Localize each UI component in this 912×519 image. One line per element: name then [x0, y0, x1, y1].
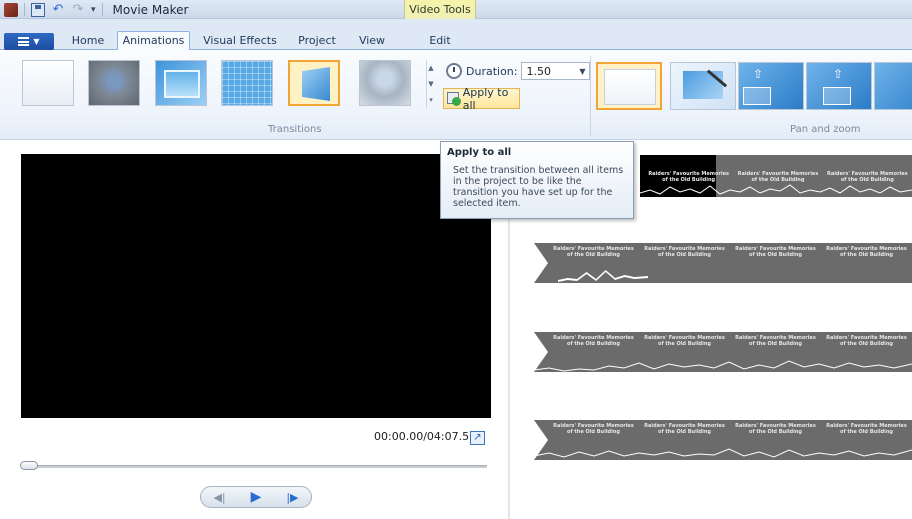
pan-zoom-up-left-thumbnail[interactable]: ⇧ [738, 62, 804, 110]
storyboard-clip[interactable]: Raiders' Favourite Memories of the Old B… [534, 332, 912, 372]
ribbon: ▲ ▼ ▾ Duration: 1.50 ▼ Apply to all Tran… [0, 50, 912, 140]
frame-caption: Raiders' Favourite Memories of the Old B… [553, 423, 634, 435]
pan-zoom-group-label: Pan and zoom [790, 124, 861, 135]
next-frame-icon[interactable]: |▶ [286, 491, 298, 504]
transition-marker [534, 243, 548, 283]
tooltip-body: Set the transition between all items in … [453, 165, 624, 209]
seek-thumb[interactable] [20, 461, 38, 470]
frame-caption: Raiders' Favourite Memories of the Old B… [735, 335, 816, 347]
audio-waveform [640, 184, 912, 195]
frame-caption: Raiders' Favourite Memories of the Old B… [826, 246, 907, 258]
previous-frame-icon[interactable]: ◀| [213, 491, 225, 504]
clip-frames: Raiders' Favourite Memories of the Old B… [548, 423, 912, 435]
redo-icon[interactable]: ↷ [71, 2, 85, 17]
apply-to-all-tooltip: Apply to all Set the transition between … [440, 141, 634, 219]
play-icon[interactable]: ▶ [251, 489, 262, 505]
apply-to-all-icon [447, 91, 461, 106]
apply-to-all-label: Apply to all [462, 85, 509, 112]
toolbar-divider [101, 3, 103, 16]
customize-dropdown-icon[interactable]: ▾ [91, 5, 96, 15]
frame-caption: Raiders' Favourite Memories of the Old B… [644, 335, 725, 347]
transition-frame-thumbnail[interactable] [155, 60, 207, 106]
save-icon[interactable] [31, 2, 45, 17]
file-menu-button[interactable]: ▼ [4, 33, 54, 50]
tab-view[interactable]: View [352, 32, 392, 50]
audio-waveform [534, 360, 912, 372]
time-readout: 00:00.00/04:07.56 [374, 430, 477, 443]
transition-dissolve-thumbnail[interactable] [359, 60, 411, 106]
frame-caption: Raiders' Favourite Memories of the Old B… [826, 423, 907, 435]
gallery-up-icon[interactable]: ▲ [427, 60, 435, 76]
group-divider [590, 56, 591, 136]
duration-combobox[interactable]: 1.50 ▼ [521, 62, 591, 80]
frame-caption: Raiders' Favourite Memories of the Old B… [735, 423, 816, 435]
frame-caption: Raiders' Favourite Memories of the Old B… [644, 246, 725, 258]
chevron-down-icon: ▼ [33, 37, 40, 46]
storyboard-clip[interactable]: Raiders' Favourite Memories of the Old B… [534, 420, 912, 460]
seek-bar[interactable] [24, 465, 487, 468]
tab-home[interactable]: Home [62, 32, 114, 50]
duration-label: Duration: [466, 64, 518, 78]
quick-access-toolbar: ↶ ↷ ▾ Movie Maker [4, 1, 188, 18]
transition-blur-thumbnail[interactable] [88, 60, 140, 106]
clock-icon [446, 63, 462, 79]
pan-zoom-preview [683, 71, 723, 99]
gallery-more-icon[interactable]: ▾ [427, 92, 435, 108]
pan-zoom-none-thumbnail-selected[interactable] [596, 62, 662, 110]
frame-caption: Raiders' Favourite Memories of the Old B… [553, 335, 634, 347]
clip-frames: Raiders' Favourite Memories of the Old B… [548, 246, 912, 258]
toolbar-divider [24, 3, 25, 16]
clip-frames: Raiders' Favourite Memories of the Old B… [548, 335, 912, 347]
undo-icon[interactable]: ↶ [51, 2, 65, 17]
frame-caption: Raiders' Favourite Memories of the Old B… [826, 335, 907, 347]
tab-visual-effects[interactable]: Visual Effects [196, 32, 284, 50]
frame-caption: Raiders' Favourite Memories of the Old B… [735, 246, 816, 258]
menu-icon [18, 37, 30, 46]
transition-none-thumbnail[interactable] [22, 60, 74, 106]
gallery-down-icon[interactable]: ▼ [427, 76, 435, 92]
transition-perspective-thumbnail-selected[interactable] [288, 60, 340, 106]
gallery-scroll[interactable]: ▲ ▼ ▾ [426, 60, 435, 108]
chevron-down-icon[interactable]: ▼ [579, 67, 585, 76]
tab-animations[interactable]: Animations [117, 31, 190, 51]
storyboard-clip[interactable]: Raiders' Favourite Memories of the Old B… [534, 243, 912, 283]
storyboard-clip[interactable]: Raiders' Favourite Memories of the Old B… [640, 155, 912, 197]
window-title: Movie Maker [112, 2, 189, 17]
frame-caption: Raiders' Favourite Memories of the Old B… [553, 246, 634, 258]
audio-waveform [558, 269, 648, 282]
tooltip-title: Apply to all [447, 147, 512, 158]
pan-zoom-up-center-thumbnail[interactable]: ⇧ [806, 62, 872, 110]
context-tab-group-label: Video Tools [409, 3, 471, 16]
arrow-up-icon: ⇧ [833, 67, 844, 81]
video-preview[interactable] [21, 154, 491, 418]
transitions-group-label: Transitions [268, 124, 322, 135]
transition-mosaic-thumbnail[interactable] [221, 60, 273, 106]
frame-caption: Raiders' Favourite Memories of the Old B… [644, 423, 725, 435]
duration-value[interactable]: 1.50 [526, 65, 551, 78]
apply-to-all-button[interactable]: Apply to all [443, 85, 520, 112]
ribbon-tab-row: ▼ Home Animations Visual Effects Project… [0, 19, 912, 51]
fullscreen-button[interactable]: ↗ [470, 431, 485, 445]
tab-project[interactable]: Project [292, 32, 342, 50]
app-icon[interactable] [4, 2, 18, 17]
playback-controls: ◀| ▶ |▶ [200, 486, 312, 508]
tab-edit[interactable]: Edit [416, 32, 464, 50]
pan-zoom-auto-thumbnail[interactable] [670, 62, 736, 110]
arrow-up-icon: ⇧ [753, 67, 764, 81]
pan-frame [743, 87, 771, 105]
duration-control: Duration: 1.50 ▼ [446, 62, 591, 80]
pan-frame [823, 87, 851, 105]
audio-waveform [534, 448, 912, 458]
pan-zoom-up-right-thumbnail[interactable] [874, 62, 912, 110]
